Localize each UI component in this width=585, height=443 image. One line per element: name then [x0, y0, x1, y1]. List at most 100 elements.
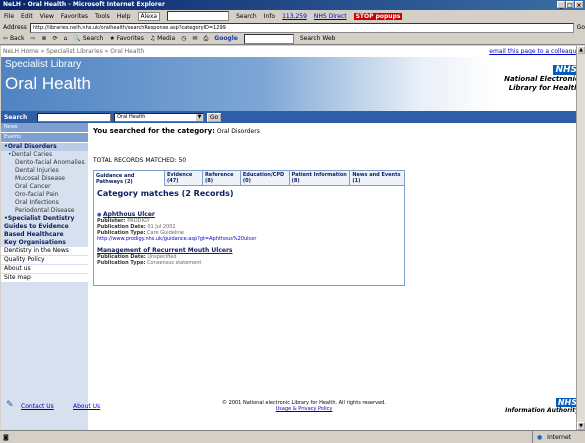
chevron-down-icon: ▼ [196, 113, 203, 121]
google-toolbar-logo[interactable]: Google [214, 35, 238, 42]
tab-news-events[interactable]: News and Events (1) [349, 170, 405, 186]
browser-window: NeLH - Oral Health - Microsoft Internet … [0, 0, 585, 443]
sidebar-item-guides[interactable]: Guides to Evidence Based Healthcare [1, 223, 88, 239]
sidebar-item-specialist[interactable]: •Specialist Dentistry [1, 215, 88, 223]
nhs-text-line2: Library for Health [508, 84, 579, 92]
sidebar-item-site-map[interactable]: Site map [1, 274, 88, 283]
search-button[interactable]: 🔍 Search [73, 35, 103, 42]
search-label: Search [4, 113, 28, 121]
information-authority-text: Information Authority [505, 407, 579, 414]
vertical-scrollbar[interactable]: ▲ ▼ [576, 46, 585, 430]
sidebar-item-dento-facial[interactable]: Dento-facial Anomalies [1, 159, 88, 167]
scroll-up-icon[interactable]: ▲ [577, 46, 585, 54]
tab-evidence[interactable]: Evidence (47) [163, 170, 202, 186]
sidebar-item-oral-infections[interactable]: Oral Infections [1, 199, 88, 207]
address-go-button[interactable]: Go [577, 24, 585, 31]
home-icon[interactable]: ⌂ [64, 35, 68, 42]
nhs-direct-link[interactable]: NHS Direct [314, 13, 347, 20]
usage-privacy-link[interactable]: Usage & Privacy Policy [189, 406, 419, 412]
contact-icon: ✎ [6, 400, 14, 410]
menu-view[interactable]: View [40, 13, 54, 20]
toolbar-search-button[interactable]: Search [236, 13, 257, 20]
menu-favorites[interactable]: Favorites [61, 13, 88, 20]
sidebar-item-periodontal-disease[interactable]: Periodontal Disease [1, 207, 88, 215]
breadcrumb: NeLH Home » Specialist Libraries » Oral … [1, 46, 583, 57]
google-search-input[interactable] [243, 33, 294, 44]
record-title-link[interactable]: Aphthous Ulcer [103, 211, 155, 218]
about-us-link[interactable]: About Us [73, 403, 100, 410]
back-button[interactable]: ⇦ Back [3, 35, 25, 42]
sidebar-item-key-organisations[interactable]: Key Organisations [1, 239, 88, 247]
contact-us-link[interactable]: Contact Us [21, 403, 54, 410]
email-colleague-link[interactable]: email this page to a colleague [489, 46, 580, 57]
maximize-button[interactable]: □ [566, 1, 574, 9]
alexa-toolbar-button[interactable]: Alexa [137, 11, 161, 21]
search-label: Search [82, 35, 104, 42]
sidebar-item-oro-facial-pain[interactable]: Oro-facial Pain [1, 191, 88, 199]
favorites-label: Favorites [116, 35, 144, 42]
sidebar-item-oral-cancer[interactable]: Oral Cancer [1, 183, 88, 191]
status-bar: ◙ ● Internet [0, 430, 585, 443]
sidebar-item-dental-injuries[interactable]: Dental Injuries [1, 167, 88, 175]
sidebar-item-about-us[interactable]: About us [1, 265, 88, 274]
search-bar: Search Oral Health ▼ Go [1, 111, 583, 123]
address-bar: Address http://libraries.nelh.nhs.uk/ora… [0, 22, 585, 33]
menu-edit[interactable]: Edit [21, 13, 33, 20]
back-label: Back [9, 35, 25, 42]
type-label: Publication Type: [97, 260, 146, 266]
forward-icon[interactable]: ⇨ [31, 35, 36, 42]
breadcrumb-text[interactable]: NeLH Home » Specialist Libraries » Oral … [3, 48, 144, 55]
list-item: ● Aphthous Ulcer Publisher: PRODIGY Publ… [97, 211, 401, 243]
page-title: Oral Health [5, 74, 91, 93]
history-icon[interactable]: ◷ [181, 35, 186, 42]
tab-guidance[interactable]: Guidance and Pathways (2) [93, 170, 164, 186]
tab-education[interactable]: Education/CPD (0) [239, 170, 289, 186]
mail-icon[interactable]: ✉ [192, 35, 197, 42]
close-button[interactable]: × [575, 1, 583, 9]
sidebar-item-quality-policy[interactable]: Quality Policy [1, 256, 88, 265]
tab-patient-info[interactable]: Patient Information (8) [288, 170, 350, 186]
toolbar-info-button[interactable]: Info [264, 13, 275, 20]
list-item: Management of Recurrent Mouth Ulcers Pub… [97, 247, 401, 267]
standard-toolbar: ⇦ Back ⇨ ⊗ ⟳ ⌂ 🔍 Search ★ Favorites ♫ Me… [0, 33, 585, 45]
sidebar-item-events[interactable]: Events [1, 133, 88, 143]
stop-popups-button[interactable]: STOP popups [353, 12, 403, 20]
sidebar-item-news[interactable]: News [1, 123, 88, 133]
category-matches-heading: Category matches (2 Records) [97, 189, 234, 198]
search-go-button[interactable]: Go [207, 112, 222, 122]
sidebar-item-mucosal-disease[interactable]: Mucosal Disease [1, 175, 88, 183]
sidebar-item-dental-caries[interactable]: •Dental Caries [1, 151, 88, 159]
record-title-link[interactable]: Management of Recurrent Mouth Ulcers [97, 247, 233, 254]
menu-tools[interactable]: Tools [95, 13, 110, 20]
page-footer: ✎ Contact Us About Us © 2001 National el… [1, 398, 583, 428]
sidebar-item-oral-disorders[interactable]: •Oral Disorders [1, 143, 88, 151]
menu-file[interactable]: File [4, 13, 14, 20]
menu-bar: File Edit View Favorites Tools Help Alex… [0, 10, 585, 22]
refresh-icon[interactable]: ⟳ [53, 35, 58, 42]
zone-label: Internet [547, 434, 571, 441]
media-label: Media [157, 35, 176, 42]
record-url-link[interactable]: http://www.prodigy.nhs.uk/guidance.asp?g… [97, 236, 256, 242]
print-icon[interactable]: ⎙ [203, 35, 208, 43]
scroll-down-icon[interactable]: ▼ [577, 422, 585, 430]
sidebar: News Events •Oral Disorders •Dental Cari… [1, 123, 88, 430]
tab-reference[interactable]: Reference (8) [201, 170, 240, 186]
copyright: © 2001 National electronic Library for H… [189, 400, 419, 412]
media-button[interactable]: ♫ Media [150, 35, 175, 42]
sidebar-item-dentistry-news[interactable]: Dentistry in the News [1, 247, 88, 256]
address-input[interactable]: http://libraries.nelh.nhs.uk/oralhealth/… [29, 22, 574, 33]
search-input[interactable] [37, 112, 111, 122]
traffic-rank-link[interactable]: 113,259 [282, 13, 307, 20]
alexa-input[interactable] [167, 11, 230, 21]
minimize-button[interactable]: _ [557, 1, 565, 9]
main-content: You searched for the category: Oral Diso… [93, 127, 579, 286]
ie-page-icon: ◙ [3, 434, 9, 441]
dental-caries-label: Dental Caries [11, 151, 53, 158]
window-title: NeLH - Oral Health - Microsoft Internet … [3, 1, 165, 8]
query-prefix: You searched for the category: [93, 127, 215, 135]
search-web-button[interactable]: Search Web [300, 35, 336, 42]
library-select[interactable]: Oral Health ▼ [114, 112, 204, 122]
favorites-button[interactable]: ★ Favorites [109, 35, 143, 42]
stop-icon[interactable]: ⊗ [42, 35, 47, 42]
menu-help[interactable]: Help [117, 13, 131, 20]
